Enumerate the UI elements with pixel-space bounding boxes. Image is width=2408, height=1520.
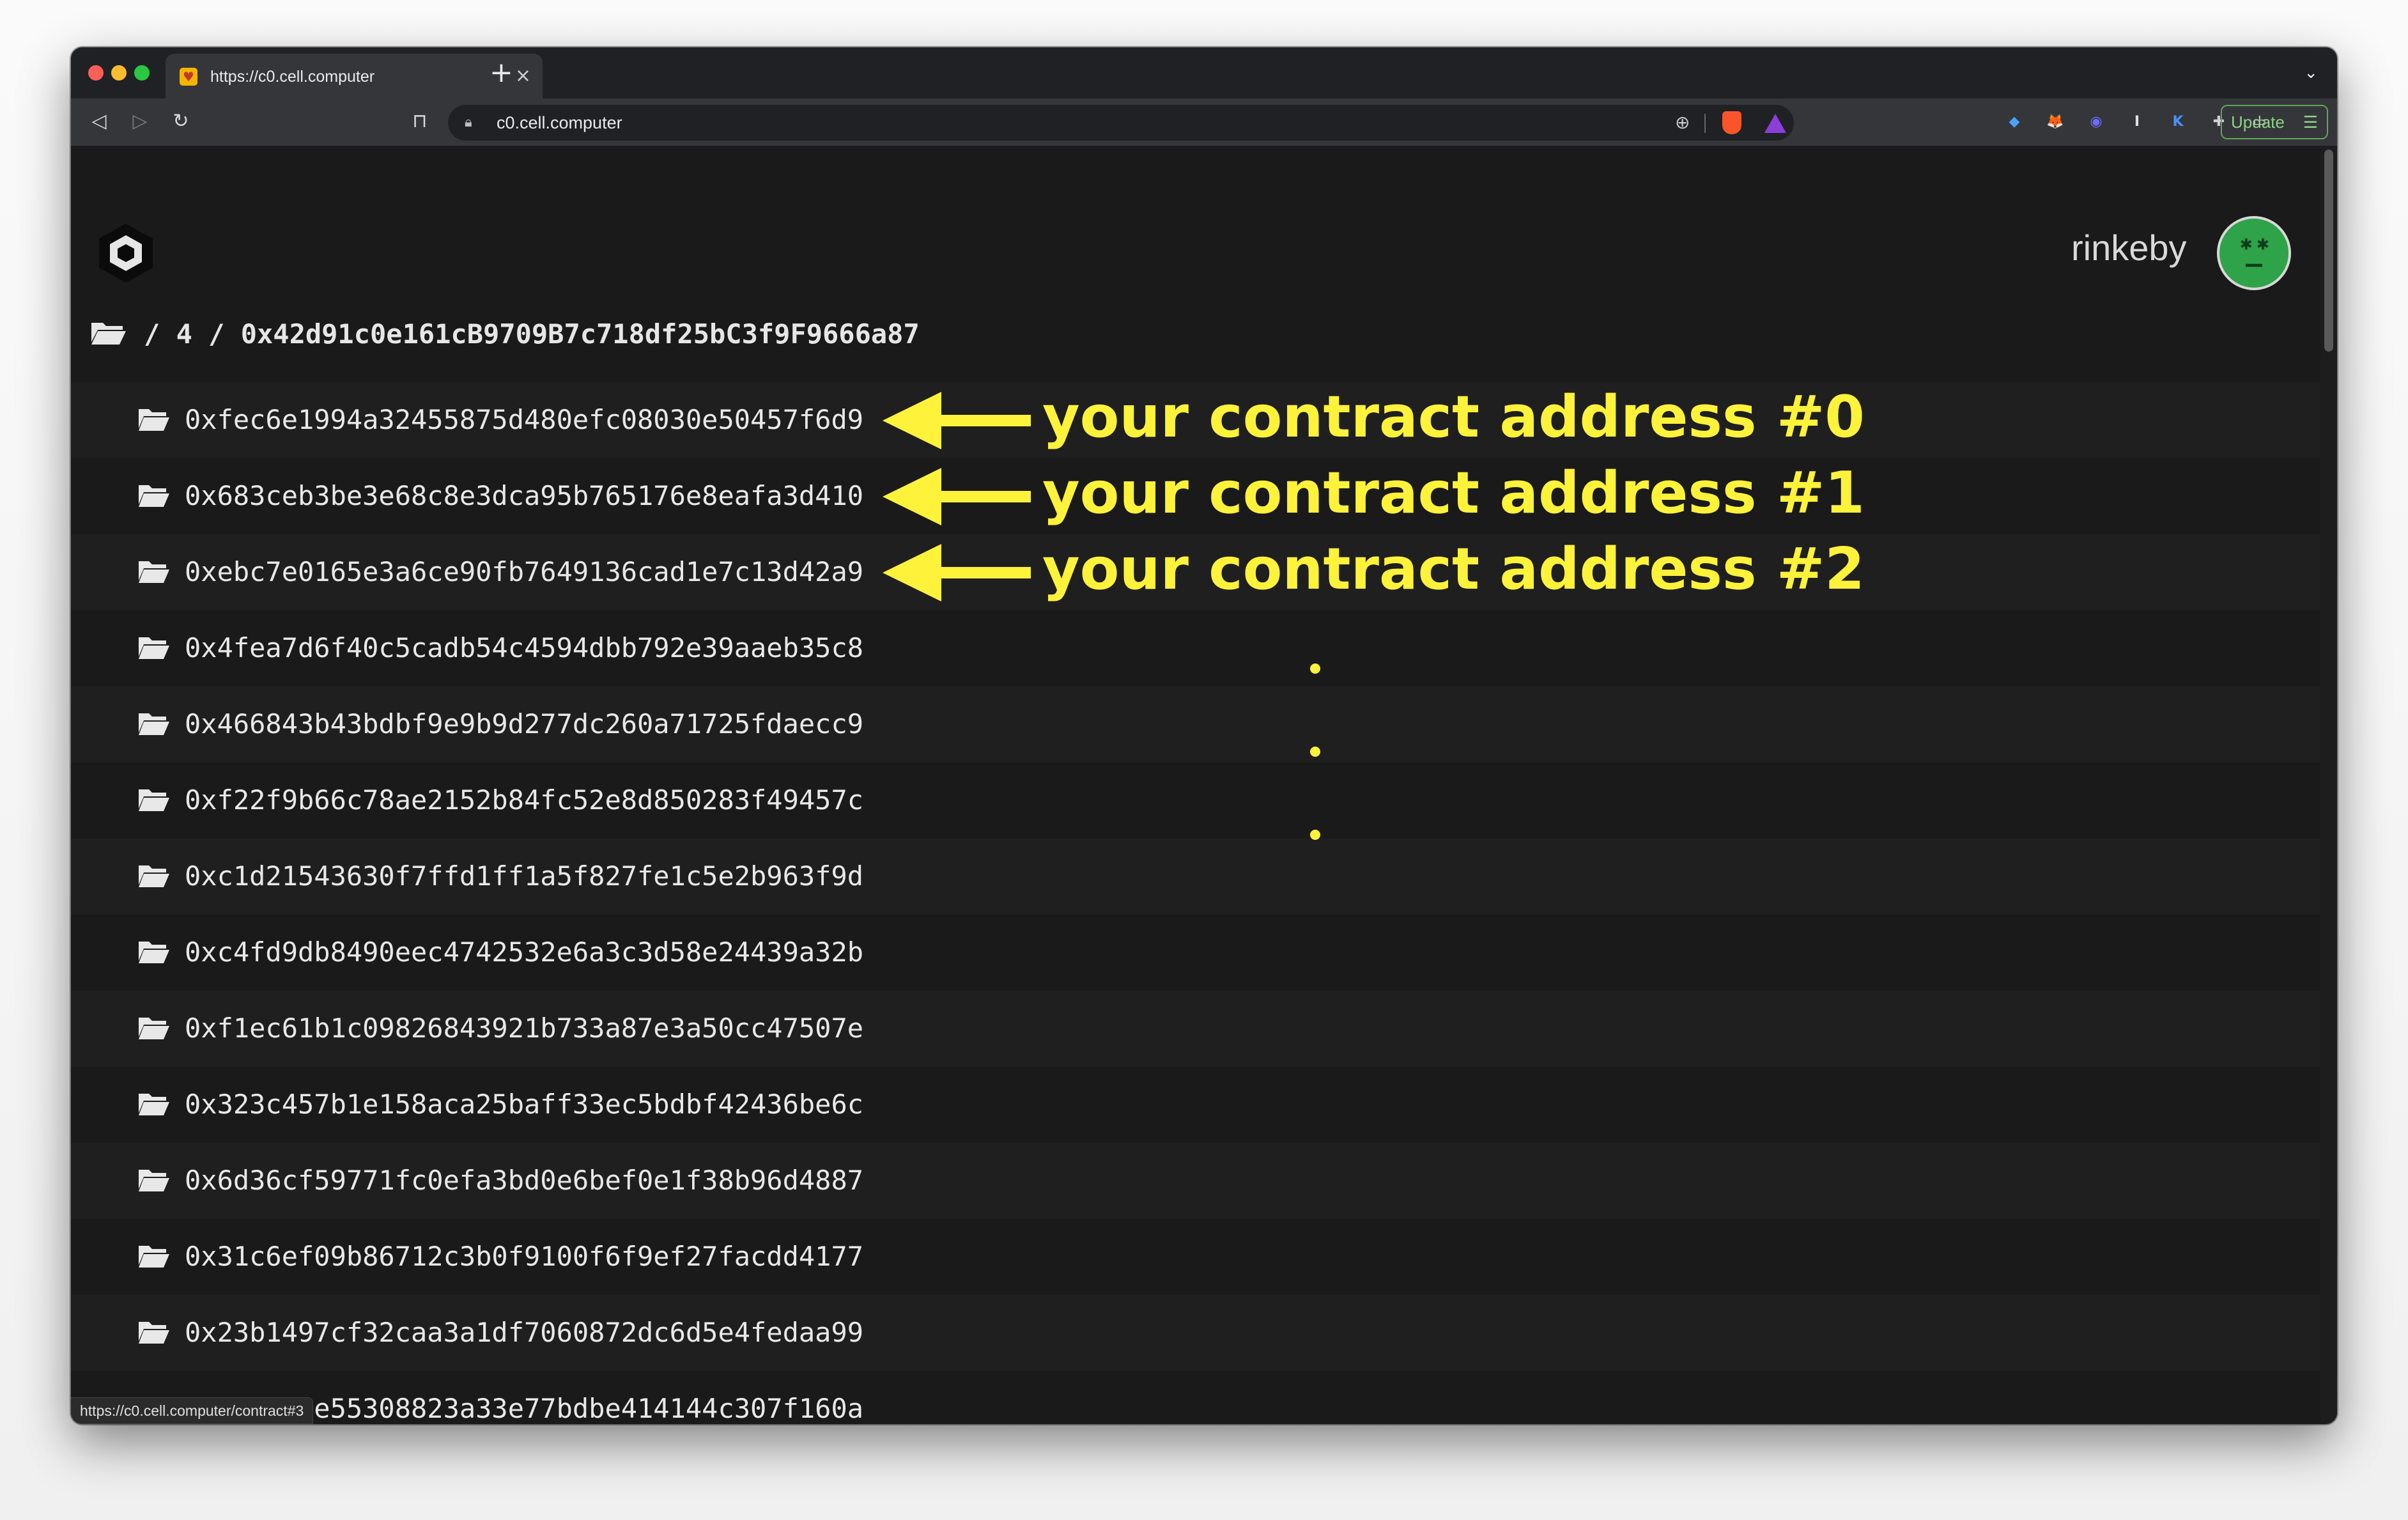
ellipsis-dot <box>1310 747 1320 757</box>
list-item[interactable]: 0xc1d21543630f7ffd1ff1a5f827fe1c5e2b963f… <box>71 839 2320 915</box>
svg-text:✱: ✱ <box>2257 235 2269 253</box>
status-bar: https://c0.cell.computer/contract#3 <box>71 1397 314 1424</box>
minimize-window-button[interactable] <box>111 65 127 81</box>
folder-open-icon <box>139 485 169 507</box>
contract-address-link[interactable]: 0x23b1497cf32caa3a1df7060872dc6d5e4fedaa… <box>185 1310 863 1355</box>
contract-address-link[interactable]: 0x6d36cf59771fc0efa3bd0e6bef0e1f38b96d48… <box>185 1158 863 1203</box>
close-window-button[interactable] <box>88 65 104 81</box>
yellow-arrow-icon <box>883 467 1031 525</box>
list-item[interactable]: 0x323c457b1e158aca25baff33ec5bdbf42436be… <box>71 1067 2320 1143</box>
contract-address-link[interactable]: 0x683ceb3be3e68c8e3dca95b765176e8eafa3d4… <box>185 474 863 518</box>
favicon-icon: ♥ <box>180 68 197 86</box>
avatar[interactable]: ✱ ✱ <box>2217 216 2291 290</box>
browser-toolbar: ◁ ▷ ↻ ⊓ 🔒︎ c0.cell.computer ⊕ ◆ 🦊 ◉ I K ✚ ▭ Up… <box>71 98 2337 146</box>
instapaper-icon[interactable]: I <box>2126 111 2148 133</box>
annotation-label: your contract address #1 <box>1042 459 1865 527</box>
folder-open-icon <box>139 561 169 583</box>
folder-open-icon <box>139 637 169 659</box>
gem-extension-icon[interactable]: ◆ <box>2003 111 2025 133</box>
omnibox-divider <box>1704 114 1706 133</box>
url-text[interactable]: c0.cell.computer <box>497 110 622 136</box>
tab-close-icon[interactable]: × <box>515 65 531 88</box>
update-label: Update <box>2231 112 2285 132</box>
tab-strip: ♥ https://c0.cell.computer × + ⌄ <box>71 47 2337 98</box>
folder-open-icon <box>139 409 169 431</box>
contract-address-link[interactable]: 0x323c457b1e158aca25baff33ec5bdbf42436be… <box>185 1082 863 1127</box>
eye-extension-icon[interactable]: ◉ <box>2085 111 2107 133</box>
contract-address-link[interactable]: 0x4fea7d6f40c5cadb54c4594dbb792e39aaeb35… <box>185 626 863 671</box>
folder-open-icon <box>139 865 169 887</box>
annotation-label: your contract address #2 <box>1042 535 1865 603</box>
back-button[interactable]: ◁ <box>85 107 113 136</box>
annotation-label: your contract address #0 <box>1042 383 1865 451</box>
folder-open-icon <box>139 1246 169 1268</box>
bookmark-icon[interactable]: ⊓ <box>406 107 434 136</box>
list-item[interactable]: 0x31c6ef09b86712c3b0f9100f6f9ef27facdd41… <box>71 1219 2320 1295</box>
list-item[interactable]: 0x23b1497cf32caa3a1df7060872dc6d5e4fedaa… <box>71 1295 2320 1371</box>
lock-icon[interactable]: 🔒︎ <box>465 111 472 134</box>
folder-open-icon[interactable] <box>90 320 127 346</box>
list-item[interactable]: 0xc4fd9db8490eec4742532e6a3c3d58e24439a3… <box>71 915 2320 991</box>
folder-open-icon <box>139 789 169 811</box>
k-extension-icon[interactable]: K <box>2167 111 2189 133</box>
contract-address-link[interactable]: 0xf22f9b66c78ae2152b84fc52e8d850283f4945… <box>185 778 863 823</box>
new-tab-button[interactable]: + <box>490 55 513 91</box>
list-item[interactable]: 0x4fea7d6f40c5cadb54c4594dbb792e39aaeb35… <box>71 610 2320 686</box>
tab-title: https://c0.cell.computer <box>210 68 375 86</box>
browser-window: ♥ https://c0.cell.computer × + ⌄ ◁ ▷ ↻ ⊓… <box>71 47 2337 1424</box>
reload-button[interactable]: ↻ <box>167 107 195 136</box>
ellipsis-dot <box>1310 663 1320 674</box>
list-item[interactable]: 0xf22f9b66c78ae2152b84fc52e8d850283f4945… <box>71 763 2320 839</box>
list-item[interactable]: 0x85b836e55308823a33e77bdbe414144c307f16… <box>71 1371 2320 1424</box>
brave-shield-icon[interactable] <box>1722 111 1741 134</box>
folder-open-icon <box>139 1322 169 1344</box>
breadcrumb-path[interactable]: / 4 / 0x42d91c0e161cB9709B7c718df25bC3f9… <box>144 318 920 350</box>
scrollbar-thumb[interactable] <box>2324 150 2333 352</box>
folder-open-icon <box>139 1170 169 1191</box>
svg-text:✱: ✱ <box>2240 235 2253 253</box>
brave-rewards-icon[interactable] <box>1764 114 1786 133</box>
contract-address-link[interactable]: 0x31c6ef09b86712c3b0f9100f6f9ef27facdd41… <box>185 1234 863 1279</box>
tab-search-chevron-icon[interactable]: ⌄ <box>2304 60 2318 86</box>
folder-open-icon <box>139 1094 169 1115</box>
folder-open-icon <box>139 713 169 735</box>
zoom-icon[interactable]: ⊕ <box>1675 110 1690 136</box>
cell-logo-icon[interactable] <box>94 221 158 285</box>
maximize-window-button[interactable] <box>134 65 150 81</box>
list-item[interactable]: 0x6d36cf59771fc0efa3bd0e6bef0e1f38b96d48… <box>71 1143 2320 1219</box>
contract-address-link[interactable]: 0x466843b43bdbf9e9b9d277dc260a71725fdaec… <box>185 702 863 747</box>
list-item[interactable]: 0x466843b43bdbf9e9b9d277dc260a71725fdaec… <box>71 686 2320 763</box>
folder-open-icon <box>139 942 169 963</box>
breadcrumb: / 4 / 0x42d91c0e161cB9709B7c718df25bC3f9… <box>90 312 920 357</box>
metamask-fox-icon[interactable]: 🦊 <box>2044 111 2066 133</box>
tab-active[interactable]: ♥ https://c0.cell.computer × <box>166 54 543 98</box>
contract-address-link[interactable]: 0xebc7e0165e3a6ce90fb7649136cad1e7c13d42… <box>185 550 863 594</box>
yellow-arrow-icon <box>883 543 1031 601</box>
contract-address-link[interactable]: 0xc1d21543630f7ffd1ff1a5f827fe1c5e2b963f… <box>185 854 863 899</box>
contract-address-link[interactable]: 0xf1ec61b1c09826843921b733a87e3a50cc4750… <box>185 1006 863 1051</box>
network-label: rinkeby <box>2071 228 2187 268</box>
contract-address-link[interactable]: 0xc4fd9db8490eec4742532e6a3c3d58e24439a3… <box>185 930 863 975</box>
page-content: rinkeby ✱ ✱ / 4 / 0x42d91c0e161cB9709B7c… <box>71 146 2320 1424</box>
ellipsis-dot <box>1310 830 1320 840</box>
update-button[interactable]: Update ☰ <box>2221 105 2328 139</box>
forward-button[interactable]: ▷ <box>126 107 154 136</box>
yellow-arrow-icon <box>883 391 1031 449</box>
address-bar[interactable]: 🔒︎ c0.cell.computer ⊕ <box>448 105 1794 141</box>
contract-address-link[interactable]: 0xfec6e1994a32455875d480efc08030e50457f6… <box>185 398 863 442</box>
menu-icon: ☰ <box>2303 112 2318 132</box>
list-item[interactable]: 0xf1ec61b1c09826843921b733a87e3a50cc4750… <box>71 991 2320 1067</box>
folder-open-icon <box>139 1018 169 1039</box>
